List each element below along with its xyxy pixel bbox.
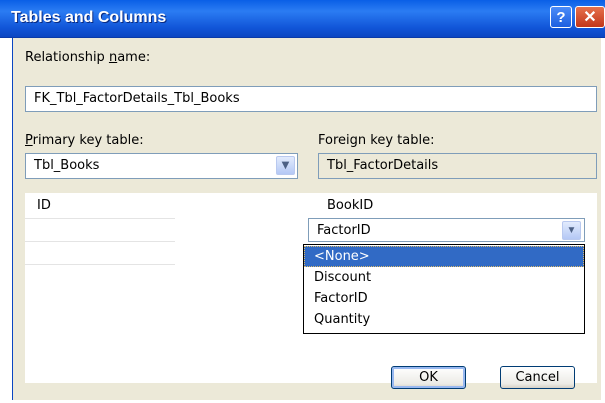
grid-row-divider [25, 218, 175, 219]
relationship-name-input[interactable]: FK_Tbl_FactorDetails_Tbl_Books [25, 86, 597, 112]
help-icon: ? [556, 8, 566, 26]
primary-key-table-select[interactable]: Tbl_Books ▼ [25, 153, 298, 179]
close-icon: ✕ [583, 9, 597, 26]
relationship-name-label: Relationship name: [25, 50, 151, 65]
dropdown-option-quantity[interactable]: Quantity [304, 309, 584, 330]
dialog-body: Relationship name: FK_Tbl_FactorDetails_… [12, 38, 601, 400]
primary-column-cell[interactable]: ID [37, 198, 51, 213]
foreign-column-combo-value: FactorID [317, 223, 371, 238]
ok-button[interactable]: OK [391, 366, 466, 389]
dialog-title: Tables and Columns [11, 9, 167, 26]
chevron-down-icon[interactable]: ▼ [562, 221, 581, 240]
tables-and-columns-dialog: Tables and Columns ? ✕ Relationship name… [0, 0, 605, 403]
help-button[interactable]: ? [550, 6, 572, 28]
column-dropdown-list: <None> Discount FactorID Quantity [303, 244, 585, 334]
foreign-column-cell[interactable]: BookID [327, 198, 373, 213]
grid-row-divider [25, 264, 175, 265]
title-bar[interactable]: Tables and Columns ? ✕ [0, 0, 605, 38]
foreign-key-table-label: Foreign key table: [318, 133, 435, 148]
close-button[interactable]: ✕ [575, 6, 605, 28]
foreign-column-combo[interactable]: FactorID ▼ [308, 218, 585, 242]
dropdown-option-factorid[interactable]: FactorID [304, 288, 584, 309]
foreign-key-table-field: Tbl_FactorDetails [318, 153, 597, 179]
cancel-button[interactable]: Cancel [500, 366, 575, 389]
dropdown-option-discount[interactable]: Discount [304, 267, 584, 288]
grid-row-divider [25, 241, 175, 242]
chevron-down-icon[interactable]: ▼ [276, 156, 295, 175]
primary-key-table-label: Primary key table: [25, 133, 144, 148]
primary-key-table-value: Tbl_Books [34, 158, 100, 173]
dropdown-option-none[interactable]: <None> [304, 246, 584, 267]
